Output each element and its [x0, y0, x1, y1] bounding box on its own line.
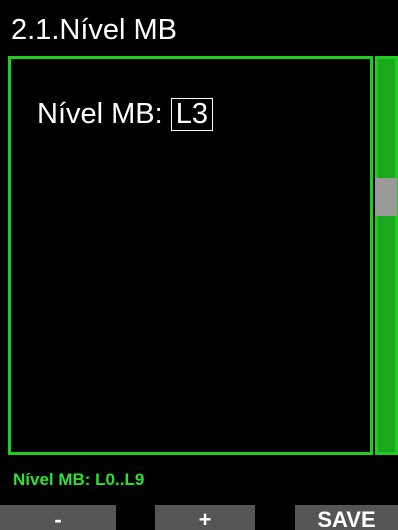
scrollbar-thumb[interactable]: [375, 178, 397, 216]
increment-button[interactable]: +: [155, 505, 255, 530]
range-hint: Nível MB: L0..L9: [13, 470, 145, 489]
save-button[interactable]: SAVE: [295, 505, 398, 530]
mb-level-value-field[interactable]: L3: [170, 97, 213, 131]
page-title: 2.1.Nível MB: [11, 14, 177, 46]
scrollbar-track[interactable]: [375, 56, 398, 455]
mb-level-label: Nível MB:: [37, 98, 163, 130]
title-bar: 2.1.Nível MB: [0, 0, 398, 56]
decrement-button-label: -: [54, 507, 62, 530]
save-button-label: SAVE: [317, 507, 376, 530]
increment-button-label: +: [198, 507, 212, 530]
decrement-button[interactable]: -: [0, 505, 116, 530]
mb-level-setting[interactable]: Nível MB: L3: [37, 96, 213, 132]
